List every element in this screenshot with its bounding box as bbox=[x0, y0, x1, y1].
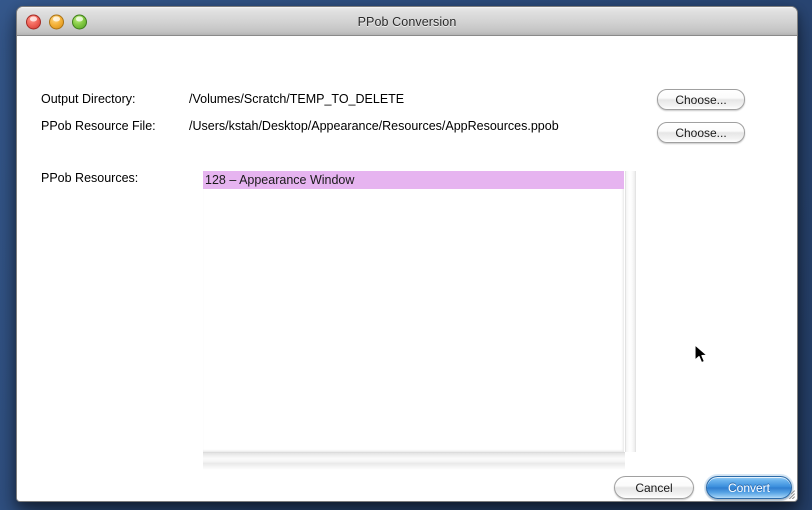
window-controls bbox=[26, 14, 87, 29]
list-horizontal-scrollbar[interactable] bbox=[203, 452, 625, 463]
choose-output-directory-button[interactable]: Choose... bbox=[657, 89, 745, 110]
ppob-resources-label: PPob Resources: bbox=[41, 171, 139, 185]
close-button[interactable] bbox=[26, 14, 41, 29]
window-titlebar[interactable]: PPob Conversion bbox=[17, 7, 797, 36]
zoom-button[interactable] bbox=[72, 14, 87, 29]
dialog-content: Output Directory: /Volumes/Scratch/TEMP_… bbox=[17, 36, 797, 501]
minimize-button[interactable] bbox=[49, 14, 64, 29]
cancel-button[interactable]: Cancel bbox=[614, 476, 694, 499]
list-vertical-scrollbar[interactable] bbox=[625, 171, 636, 452]
resize-grip[interactable] bbox=[781, 485, 795, 499]
ppob-resource-file-label: PPob Resource File: bbox=[41, 119, 156, 133]
ppob-resource-file-value: /Users/kstah/Desktop/Appearance/Resource… bbox=[189, 119, 559, 133]
window-title: PPob Conversion bbox=[357, 14, 457, 29]
ppob-resources-list-wrapper: 128 – Appearance Window bbox=[187, 162, 637, 470]
ppob-conversion-window: PPob Conversion Output Directory: /Volum… bbox=[16, 6, 798, 502]
output-directory-label: Output Directory: bbox=[41, 92, 136, 106]
convert-button[interactable]: Convert bbox=[706, 476, 792, 499]
ppob-resources-list[interactable]: 128 – Appearance Window bbox=[203, 171, 624, 452]
list-item[interactable]: 128 – Appearance Window bbox=[203, 171, 624, 189]
list-bottom-shadow bbox=[203, 463, 625, 470]
output-directory-value: /Volumes/Scratch/TEMP_TO_DELETE bbox=[189, 92, 405, 106]
choose-ppob-resource-file-button[interactable]: Choose... bbox=[657, 122, 745, 143]
